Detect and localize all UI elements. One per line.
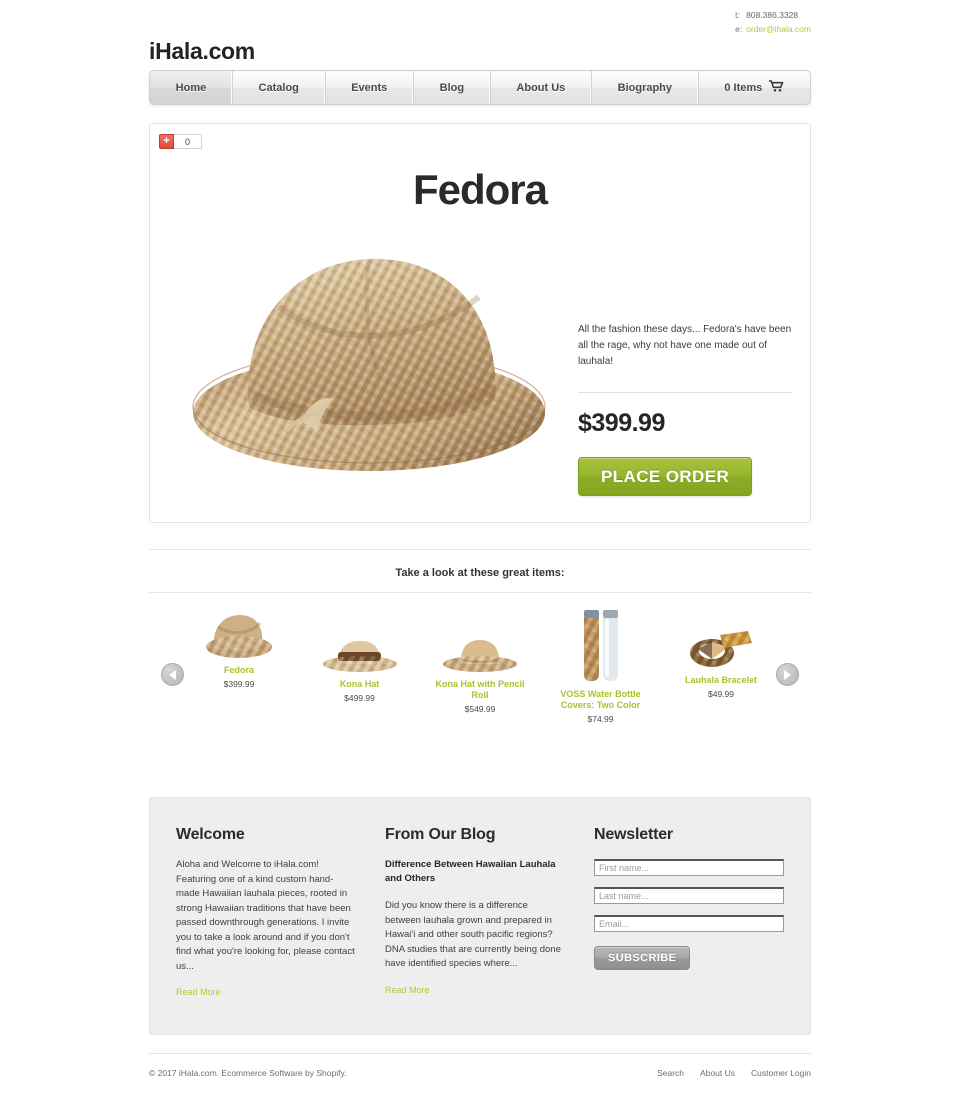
- nav-item-about-us[interactable]: About Us: [491, 71, 592, 104]
- nav-label-biography: Biography: [617, 81, 673, 94]
- related-products-carousel: Fedora $399.99 Kona Hat $499.99 Kona Hat…: [149, 592, 811, 742]
- related-item-price-4: $49.99: [708, 689, 734, 699]
- product-image[interactable]: [168, 224, 568, 496]
- related-item-name-4: Lauhala Bracelet: [684, 675, 758, 685]
- related-item-0[interactable]: Fedora $399.99: [193, 607, 285, 689]
- nav-item-catalog[interactable]: Catalog: [233, 71, 326, 104]
- related-item-image-4: [675, 617, 767, 669]
- related-item-2[interactable]: Kona Hat with Pencil Roll $549.99: [434, 607, 526, 714]
- carousel-prev-button[interactable]: [161, 663, 184, 686]
- related-item-4[interactable]: Lauhala Bracelet $49.99: [675, 607, 767, 699]
- content-wrapper: iHala.com t: 808.386.3328 e: order@ihala.c…: [149, 0, 811, 1078]
- related-item-image-3: [555, 607, 647, 683]
- newsletter-heading: Newsletter: [594, 826, 673, 843]
- contact-email-row: e: order@ihala.com: [735, 22, 811, 36]
- nav-label-about-us: About Us: [516, 81, 566, 94]
- main-navigation: Home Catalog Events Blog About Us Biogra…: [149, 70, 811, 105]
- nav-item-blog[interactable]: Blog: [414, 71, 491, 104]
- first-name-input[interactable]: [594, 859, 784, 876]
- nav-label-blog: Blog: [439, 81, 465, 94]
- header-contact-info: t: 808.386.3328 e: order@ihala.com: [735, 8, 811, 36]
- email-label: e:: [735, 24, 743, 34]
- site-header: iHala.com t: 808.386.3328 e: order@ihala.c…: [149, 0, 811, 64]
- welcome-heading: Welcome: [176, 826, 245, 843]
- welcome-column: Welcome Aloha and Welcome to iHala.com! …: [176, 826, 357, 1000]
- last-name-input[interactable]: [594, 887, 784, 904]
- footer-link-customer-login[interactable]: Customer Login: [751, 1068, 811, 1078]
- related-item-price-2: $549.99: [464, 704, 496, 714]
- blog-column: From Our Blog Difference Between Hawaiia…: [385, 826, 566, 1000]
- related-item-name-0: Fedora: [223, 665, 254, 675]
- contact-phone-row: t: 808.386.3328: [735, 8, 811, 22]
- related-item-image-2: [434, 621, 526, 673]
- related-item-1[interactable]: Kona Hat $499.99: [314, 607, 406, 703]
- blog-post-title[interactable]: Difference Between Hawaiian Lauhala and …: [385, 858, 566, 886]
- nav-item-cart[interactable]: 0 Items: [699, 71, 810, 104]
- site-logo[interactable]: iHala.com: [149, 38, 255, 65]
- related-item-image-0: [193, 607, 285, 659]
- nav-item-events[interactable]: Events: [326, 71, 414, 104]
- related-heading: Take a look at these great items:: [149, 549, 811, 592]
- product-body: All the fashion these days... Fedora's h…: [150, 214, 810, 518]
- related-item-price-1: $499.99: [344, 693, 375, 703]
- nav-label-catalog: Catalog: [258, 81, 299, 94]
- plus-one-button[interactable]: +: [159, 134, 174, 149]
- site-footer: © 2017 iHala.com. Ecommerce Software by …: [149, 1053, 811, 1078]
- related-item-name-2: Kona Hat with Pencil Roll: [435, 679, 525, 700]
- page-root: iHala.com t: 808.386.3328 e: order@ihala.c…: [0, 0, 960, 1117]
- related-products-section: Take a look at these great items: Fedora…: [149, 549, 811, 742]
- nav-item-biography[interactable]: Biography: [592, 71, 699, 104]
- carousel-next-button[interactable]: [776, 663, 799, 686]
- related-item-price-0: $399.99: [223, 679, 255, 689]
- plus-one-count: 0: [174, 134, 202, 149]
- info-divider: [578, 392, 792, 393]
- email-input[interactable]: [594, 915, 784, 932]
- product-price: $399.99: [578, 409, 665, 437]
- product-description: All the fashion these days... Fedora's h…: [578, 324, 792, 367]
- phone-label: t:: [735, 10, 740, 20]
- footer-panel: Welcome Aloha and Welcome to iHala.com! …: [149, 797, 811, 1035]
- google-plus-one-widget: + 0: [159, 134, 202, 149]
- nav-item-home[interactable]: Home: [150, 71, 233, 104]
- welcome-read-more-link[interactable]: Read More: [176, 987, 221, 997]
- place-order-button[interactable]: PLACE ORDER: [578, 457, 753, 496]
- email-link[interactable]: order@ihala.com: [746, 24, 811, 34]
- nav-label-events: Events: [351, 81, 388, 94]
- footer-links: Search About Us Customer Login: [657, 1068, 811, 1078]
- blog-heading: From Our Blog: [385, 826, 496, 843]
- related-item-name-1: Kona Hat: [339, 679, 380, 689]
- chevron-left-icon: [169, 669, 176, 680]
- shopping-cart-icon: [768, 80, 784, 95]
- cart-label: 0 Items: [724, 81, 763, 94]
- blog-read-more-link[interactable]: Read More: [385, 985, 430, 995]
- related-item-image-1: [314, 621, 406, 673]
- related-item-3[interactable]: VOSS Water Bottle Covers: Two Color $74.…: [555, 607, 647, 724]
- nav-label-home: Home: [175, 81, 207, 94]
- footer-copyright: © 2017 iHala.com. Ecommerce Software by …: [149, 1068, 347, 1078]
- related-item-price-3: $74.99: [587, 714, 614, 724]
- product-info: All the fashion these days... Fedora's h…: [568, 224, 792, 496]
- page-title: Fedora: [412, 166, 548, 213]
- newsletter-column: Newsletter SUBSCRIBE: [594, 826, 784, 1000]
- footer-link-about-us[interactable]: About Us: [700, 1068, 735, 1078]
- footer-link-search[interactable]: Search: [657, 1068, 684, 1078]
- chevron-right-icon: [784, 669, 791, 680]
- related-item-name-3: VOSS Water Bottle Covers: Two Color: [560, 689, 641, 710]
- welcome-body: Aloha and Welcome to iHala.com! Featurin…: [176, 859, 355, 972]
- blog-excerpt: Did you know there is a difference betwe…: [385, 900, 561, 969]
- product-panel: + 0 Fedora All the fashion these days...…: [149, 123, 811, 523]
- phone-value: 808.386.3328: [746, 10, 799, 20]
- subscribe-button[interactable]: SUBSCRIBE: [594, 946, 691, 970]
